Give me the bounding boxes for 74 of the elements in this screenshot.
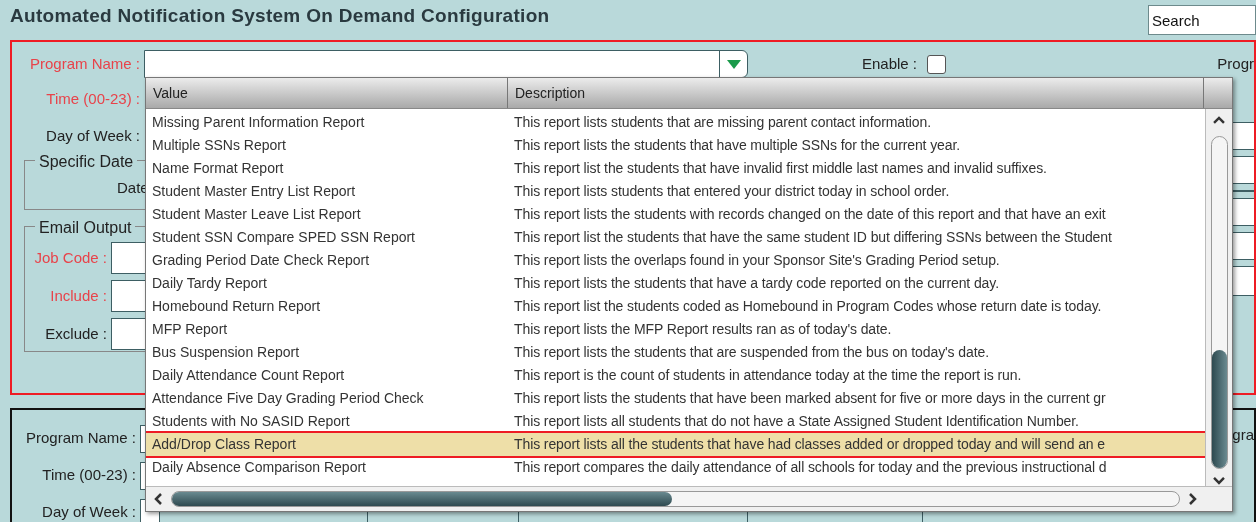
dropdown-arrow-icon bbox=[726, 59, 741, 69]
list-cell-text: Name Format Report bbox=[151, 159, 285, 178]
list-cell-text: Daily Tardy Report bbox=[151, 274, 268, 293]
field-label: Exclude : bbox=[44, 323, 108, 344]
list-cell-text: This report list the students coded as Homebound in Program Codes whose return date is today. bbox=[513, 297, 1102, 316]
field-label: Time (00-23) : bbox=[41, 465, 137, 486]
list-cell-text: Student Master Leave List Report bbox=[151, 205, 362, 224]
field-label: Enable : bbox=[862, 53, 918, 74]
list-row[interactable]: Students with No SASID Report This report lists all students that do not have a State Assigned Student Identification Number. bbox=[146, 410, 1205, 433]
list-cell-text: This report lists the students that have multiple SSNs for the current year. bbox=[513, 136, 961, 155]
field-label: Program Name : bbox=[24, 428, 137, 449]
field-label: Day of Week : bbox=[45, 126, 141, 147]
page-title: Automated Notification System On Demand Configuration bbox=[10, 4, 550, 28]
enable-checkbox[interactable] bbox=[927, 54, 947, 74]
list-cell-text: Daily Absence Comparison Report bbox=[151, 458, 367, 477]
list-cell-text: Add/Drop Class Report bbox=[151, 435, 297, 454]
scroll-left-icon[interactable] bbox=[154, 492, 163, 506]
list-row[interactable]: Add/Drop Class Report This report lists all the students that have had classes added or dropped today and will send an e bbox=[146, 433, 1205, 456]
field-label: Job Code : bbox=[33, 247, 108, 268]
field-label: gra bbox=[1232, 425, 1254, 445]
list-cell-text: This report lists the students that are suspended from the bus on today's date. bbox=[513, 343, 989, 362]
list-cell-text: This report list the students that have invalid first middle last names and invalid suffixes. bbox=[513, 159, 1047, 178]
list-cell-text: This report is the count of students in attendance today at the time the report is run. bbox=[513, 366, 1022, 385]
list-cell-text: This report lists all the students that have had classes added or dropped today and will send an e bbox=[513, 435, 1105, 454]
scroll-right-icon[interactable] bbox=[1188, 492, 1197, 506]
list-cell-text: MFP Report bbox=[151, 320, 229, 339]
list-row[interactable]: Homebound Return Report This report list the students coded as Homebound in Program Codes whose return date is today. bbox=[146, 295, 1205, 318]
list-cell-text: Grading Period Date Check Report bbox=[151, 251, 371, 270]
search-field[interactable]: Search bbox=[1148, 5, 1256, 35]
scroll-thumb[interactable] bbox=[1211, 350, 1227, 469]
list-cell-text: This report lists the overlaps found in your Sponsor Site's Grading Period setup. bbox=[513, 251, 1000, 270]
list-cell-text: This report list the students that have the same student ID but differing SSNs between the Student bbox=[513, 228, 1112, 247]
list-row[interactable]: Daily Attendance Count Report This report is the count of students in attendance today at the time the report is run. bbox=[146, 364, 1205, 387]
list-row[interactable]: Grading Period Date Check Report This report lists the overlaps found in your Sponsor Site's Grading Period setup. bbox=[146, 249, 1205, 272]
list-cell-text: This report lists the students that have a tardy code reported on the current day. bbox=[513, 274, 999, 293]
vertical-scrollbar[interactable] bbox=[1205, 109, 1232, 486]
list-row[interactable]: Daily Tardy Report This report lists the students that have a tardy code reported on the current day. bbox=[146, 272, 1205, 295]
list-cell-text: Attendance Five Day Grading Period Check bbox=[151, 389, 425, 408]
list-cell-text: This report lists the students that have been marked absent for five or more days in the current gr bbox=[513, 389, 1106, 408]
program-name-dropdown[interactable] bbox=[144, 50, 748, 78]
list-cell-text: This report lists students that entered your district today in school order. bbox=[513, 182, 950, 201]
field-label: Day of Week : bbox=[41, 502, 137, 522]
list-cell-text: Student Master Entry List Report bbox=[151, 182, 357, 201]
list-cell-text: Student SSN Compare SPED SSN Report bbox=[151, 228, 416, 247]
list-cell-text: Multiple SSNs Report bbox=[151, 136, 287, 155]
list-row[interactable]: Daily Absence Comparison Report This report compares the daily attendance of all schools for today and the previous instructional d bbox=[146, 456, 1205, 479]
list-cell-text: This report lists all students that do not have a State Assigned Student Identification Number. bbox=[513, 412, 1079, 431]
field-label: Include : bbox=[49, 285, 108, 306]
list-cell-text: Students with No SASID Report bbox=[151, 412, 351, 431]
list-cell-text: Missing Parent Information Report bbox=[151, 113, 366, 132]
list-cell-text: Bus Suspension Report bbox=[151, 343, 301, 362]
column-header[interactable]: Value bbox=[146, 78, 508, 108]
list-row[interactable]: Bus Suspension Report This report lists the students that are suspended from the bus on today's date. bbox=[146, 341, 1205, 364]
field-label: Time (00-23) : bbox=[45, 89, 141, 110]
column-header[interactable]: Description bbox=[508, 78, 1204, 108]
list-row[interactable]: Student Master Leave List Report This report lists the students with records changed on the date of this report and that have an exit bbox=[146, 203, 1205, 226]
list-row[interactable]: Multiple SSNs Report This report lists the students that have multiple SSNs for the current year. bbox=[146, 134, 1205, 157]
field-label: Program Name : bbox=[28, 53, 141, 74]
list-row[interactable]: Attendance Five Day Grading Period Check This report lists the students that have been marked absent for five or more days in the current gr bbox=[146, 387, 1205, 410]
list-cell-text: Daily Attendance Count Report bbox=[151, 366, 346, 385]
list-row[interactable]: MFP Report This report lists the MFP Report results ran as of today's date. bbox=[146, 318, 1205, 341]
list-cell-text: This report lists the students with records changed on the date of this report and that have an exit bbox=[513, 205, 1106, 224]
list-row[interactable]: Student SSN Compare SPED SSN Report This report list the students that have the same student ID but differing SSNs between the Student bbox=[146, 226, 1205, 249]
field-label: Progr bbox=[1217, 53, 1254, 74]
list-row[interactable]: Missing Parent Information Report This report lists students that are missing parent contact information. bbox=[146, 111, 1205, 134]
list-cell-text: This report compares the daily attendance of all schools for today and the previous instructional d bbox=[513, 458, 1107, 477]
scroll-down-icon[interactable] bbox=[1212, 477, 1226, 486]
list-cell-text: Homebound Return Report bbox=[151, 297, 322, 316]
list-row[interactable]: Name Format Report This report list the students that have invalid first middle last names and invalid suffixes. bbox=[146, 157, 1205, 180]
list-cell-text: This report lists the MFP Report results ran as of today's date. bbox=[513, 320, 892, 339]
list-cell-text: This report lists students that are missing parent contact information. bbox=[513, 113, 931, 132]
scroll-up-icon[interactable] bbox=[1212, 115, 1226, 124]
scroll-thumb[interactable] bbox=[172, 492, 672, 506]
list-row[interactable]: Student Master Entry List Report This report lists students that entered your district today in school order. bbox=[146, 180, 1205, 203]
